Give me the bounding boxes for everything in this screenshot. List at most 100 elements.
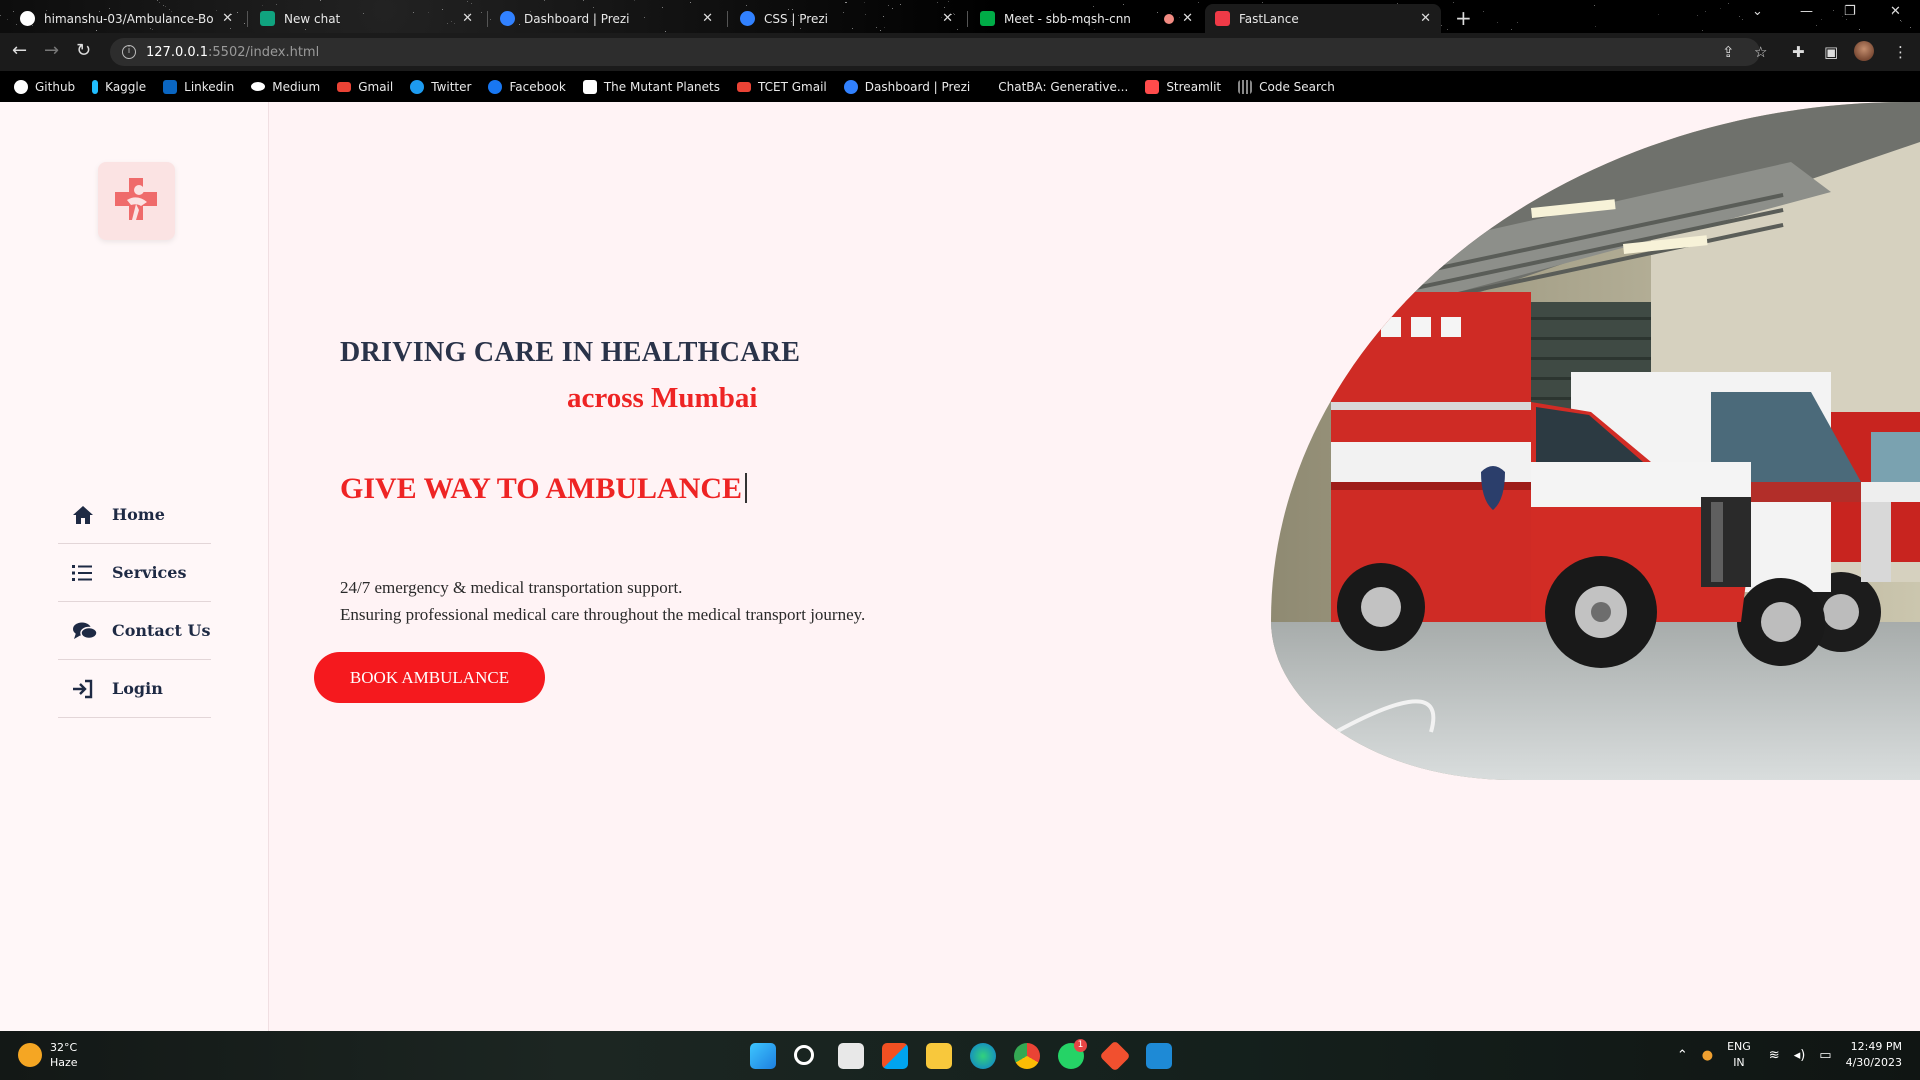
- star-dot: [1447, 29, 1448, 30]
- star-dot: [1594, 5, 1595, 6]
- sidebar-item-label: Login: [112, 679, 163, 698]
- clock[interactable]: 12:49 PM 4/30/2023: [1846, 1039, 1902, 1071]
- prezi-icon: [500, 11, 515, 26]
- extensions-icon[interactable]: ✚: [1792, 43, 1805, 61]
- github-icon: [20, 11, 35, 26]
- star-dot: [1497, 22, 1498, 23]
- bookmark-gmail[interactable]: Gmail: [337, 80, 393, 94]
- close-window-icon[interactable]: ✕: [1890, 4, 1901, 19]
- bookmark-label: The Mutant Planets: [603, 79, 720, 94]
- file-explorer-icon[interactable]: [926, 1043, 952, 1069]
- bookmark-chatba[interactable]: ChatBA: Generative...: [987, 79, 1128, 94]
- site-info-icon[interactable]: i: [122, 45, 136, 59]
- vscode-icon[interactable]: [1146, 1043, 1172, 1069]
- address-bar[interactable]: i 127.0.0.1:5502/index.html: [110, 38, 1760, 66]
- url-path: :5502/index.html: [208, 44, 320, 60]
- weather-widget[interactable]: 32°C Haze: [18, 1040, 78, 1070]
- star-dot: [244, 23, 245, 24]
- hero-subheadline: across Mumbai: [567, 382, 758, 414]
- bookmark-label: TCET Gmail: [758, 79, 827, 94]
- language-code: ENG: [1727, 1040, 1751, 1053]
- back-icon[interactable]: ←: [12, 41, 27, 61]
- sidebar-item-label: Home: [112, 505, 165, 524]
- bookmark-kaggle[interactable]: Kaggle: [92, 79, 146, 94]
- bookmark-twitter[interactable]: Twitter: [410, 79, 471, 94]
- bookmark-star-icon[interactable]: ☆: [1754, 43, 1767, 61]
- bookmark-tcet-gmail[interactable]: TCET Gmail: [737, 80, 827, 94]
- close-icon[interactable]: ✕: [1182, 11, 1193, 26]
- close-icon[interactable]: ✕: [462, 11, 473, 26]
- browser-tab[interactable]: Dashboard | Prezi ✕: [490, 4, 723, 33]
- bookmark-label: Medium: [272, 79, 321, 94]
- bookmark-code-search[interactable]: Code Search: [1238, 79, 1335, 94]
- hero-description-line1: 24/7 emergency & medical transportation …: [340, 578, 683, 597]
- bookmark-mutant-planets[interactable]: The Mutant Planets: [582, 79, 720, 94]
- sidebar-item-home[interactable]: Home: [58, 486, 211, 544]
- bookmark-label: Gmail: [358, 79, 394, 94]
- profile-avatar[interactable]: [1854, 41, 1874, 61]
- input-language[interactable]: ENG IN: [1727, 1039, 1751, 1071]
- chatgpt-icon: [260, 11, 275, 26]
- chrome-icon[interactable]: [1014, 1043, 1040, 1069]
- bookmark-streamlit[interactable]: Streamlit: [1145, 79, 1221, 94]
- windows-start-icon[interactable]: [750, 1043, 776, 1069]
- star-dot: [1901, 21, 1902, 22]
- microphone-icon[interactable]: ●: [1702, 1048, 1713, 1063]
- minimize-icon[interactable]: —: [1800, 4, 1813, 19]
- hero-description-line2: Ensuring professional medical care throu…: [340, 605, 866, 624]
- bookmark-medium[interactable]: Medium: [251, 80, 320, 94]
- volume-icon[interactable]: ◂): [1794, 1048, 1806, 1063]
- prezi-icon: [740, 11, 755, 26]
- star-dot: [634, 0, 635, 1]
- bookmark-facebook[interactable]: Facebook: [488, 79, 566, 94]
- share-icon[interactable]: ⇪: [1722, 43, 1735, 61]
- star-dot: [937, 2, 938, 3]
- menu-icon[interactable]: ⋮: [1893, 43, 1908, 61]
- sidebar-item-login[interactable]: Login: [58, 660, 211, 718]
- new-tab-icon[interactable]: +: [1455, 6, 1472, 30]
- browser-tab[interactable]: himanshu-03/Ambulance-Bookin ✕: [10, 4, 243, 33]
- close-icon[interactable]: ✕: [942, 11, 953, 26]
- star-dot: [1859, 29, 1860, 30]
- chat-icon: [72, 621, 100, 641]
- bookmark-prezi[interactable]: Dashboard | Prezi: [843, 79, 970, 94]
- web-page: Home Services Contact Us Login DRIVING C…: [0, 102, 1920, 1031]
- battery-icon[interactable]: ▭: [1819, 1048, 1831, 1063]
- sidebar-item-services[interactable]: Services: [58, 544, 211, 602]
- close-icon[interactable]: ✕: [702, 11, 713, 26]
- close-icon[interactable]: ✕: [1420, 11, 1431, 26]
- git-icon[interactable]: [1099, 1040, 1131, 1072]
- task-view-icon[interactable]: [838, 1043, 864, 1069]
- side-panel-icon[interactable]: ▣: [1824, 43, 1838, 61]
- sidebar-item-contact[interactable]: Contact Us: [58, 602, 211, 660]
- tab-search-icon[interactable]: ⌄: [1752, 4, 1763, 19]
- ambulance-cross-icon: [115, 178, 157, 220]
- reload-icon[interactable]: ↻: [76, 41, 91, 61]
- tab-divider: [967, 11, 968, 27]
- tab-divider: [487, 11, 488, 27]
- logo[interactable]: [98, 162, 175, 240]
- login-icon: [72, 679, 100, 699]
- weather-sun-icon: [18, 1043, 42, 1067]
- wix-icon: [582, 79, 597, 94]
- star-dot: [467, 1, 468, 2]
- book-ambulance-button[interactable]: BOOK AMBULANCE: [314, 652, 545, 703]
- close-icon[interactable]: ✕: [222, 11, 233, 26]
- forward-icon[interactable]: →: [44, 41, 59, 61]
- facebook-icon: [488, 79, 503, 94]
- wifi-icon[interactable]: ≋: [1769, 1048, 1780, 1063]
- chevron-up-icon[interactable]: ⌃: [1677, 1048, 1688, 1063]
- browser-tab[interactable]: New chat ✕: [250, 4, 483, 33]
- microsoft-store-icon[interactable]: [882, 1043, 908, 1069]
- search-icon[interactable]: [794, 1045, 814, 1065]
- browser-tab[interactable]: Meet - sbb-mqsh-cnn ✕: [970, 4, 1203, 33]
- star-dot: [1453, 2, 1454, 3]
- edge-icon[interactable]: [970, 1043, 996, 1069]
- tab-title: Dashboard | Prezi: [524, 11, 630, 26]
- bookmark-github[interactable]: Github: [14, 79, 75, 94]
- fastlance-icon: [1215, 11, 1230, 26]
- browser-tab[interactable]: CSS | Prezi ✕: [730, 4, 963, 33]
- bookmark-linkedin[interactable]: Linkedin: [163, 79, 234, 94]
- restore-icon[interactable]: ❐: [1844, 4, 1856, 19]
- browser-tab-active[interactable]: FastLance ✕: [1205, 4, 1441, 33]
